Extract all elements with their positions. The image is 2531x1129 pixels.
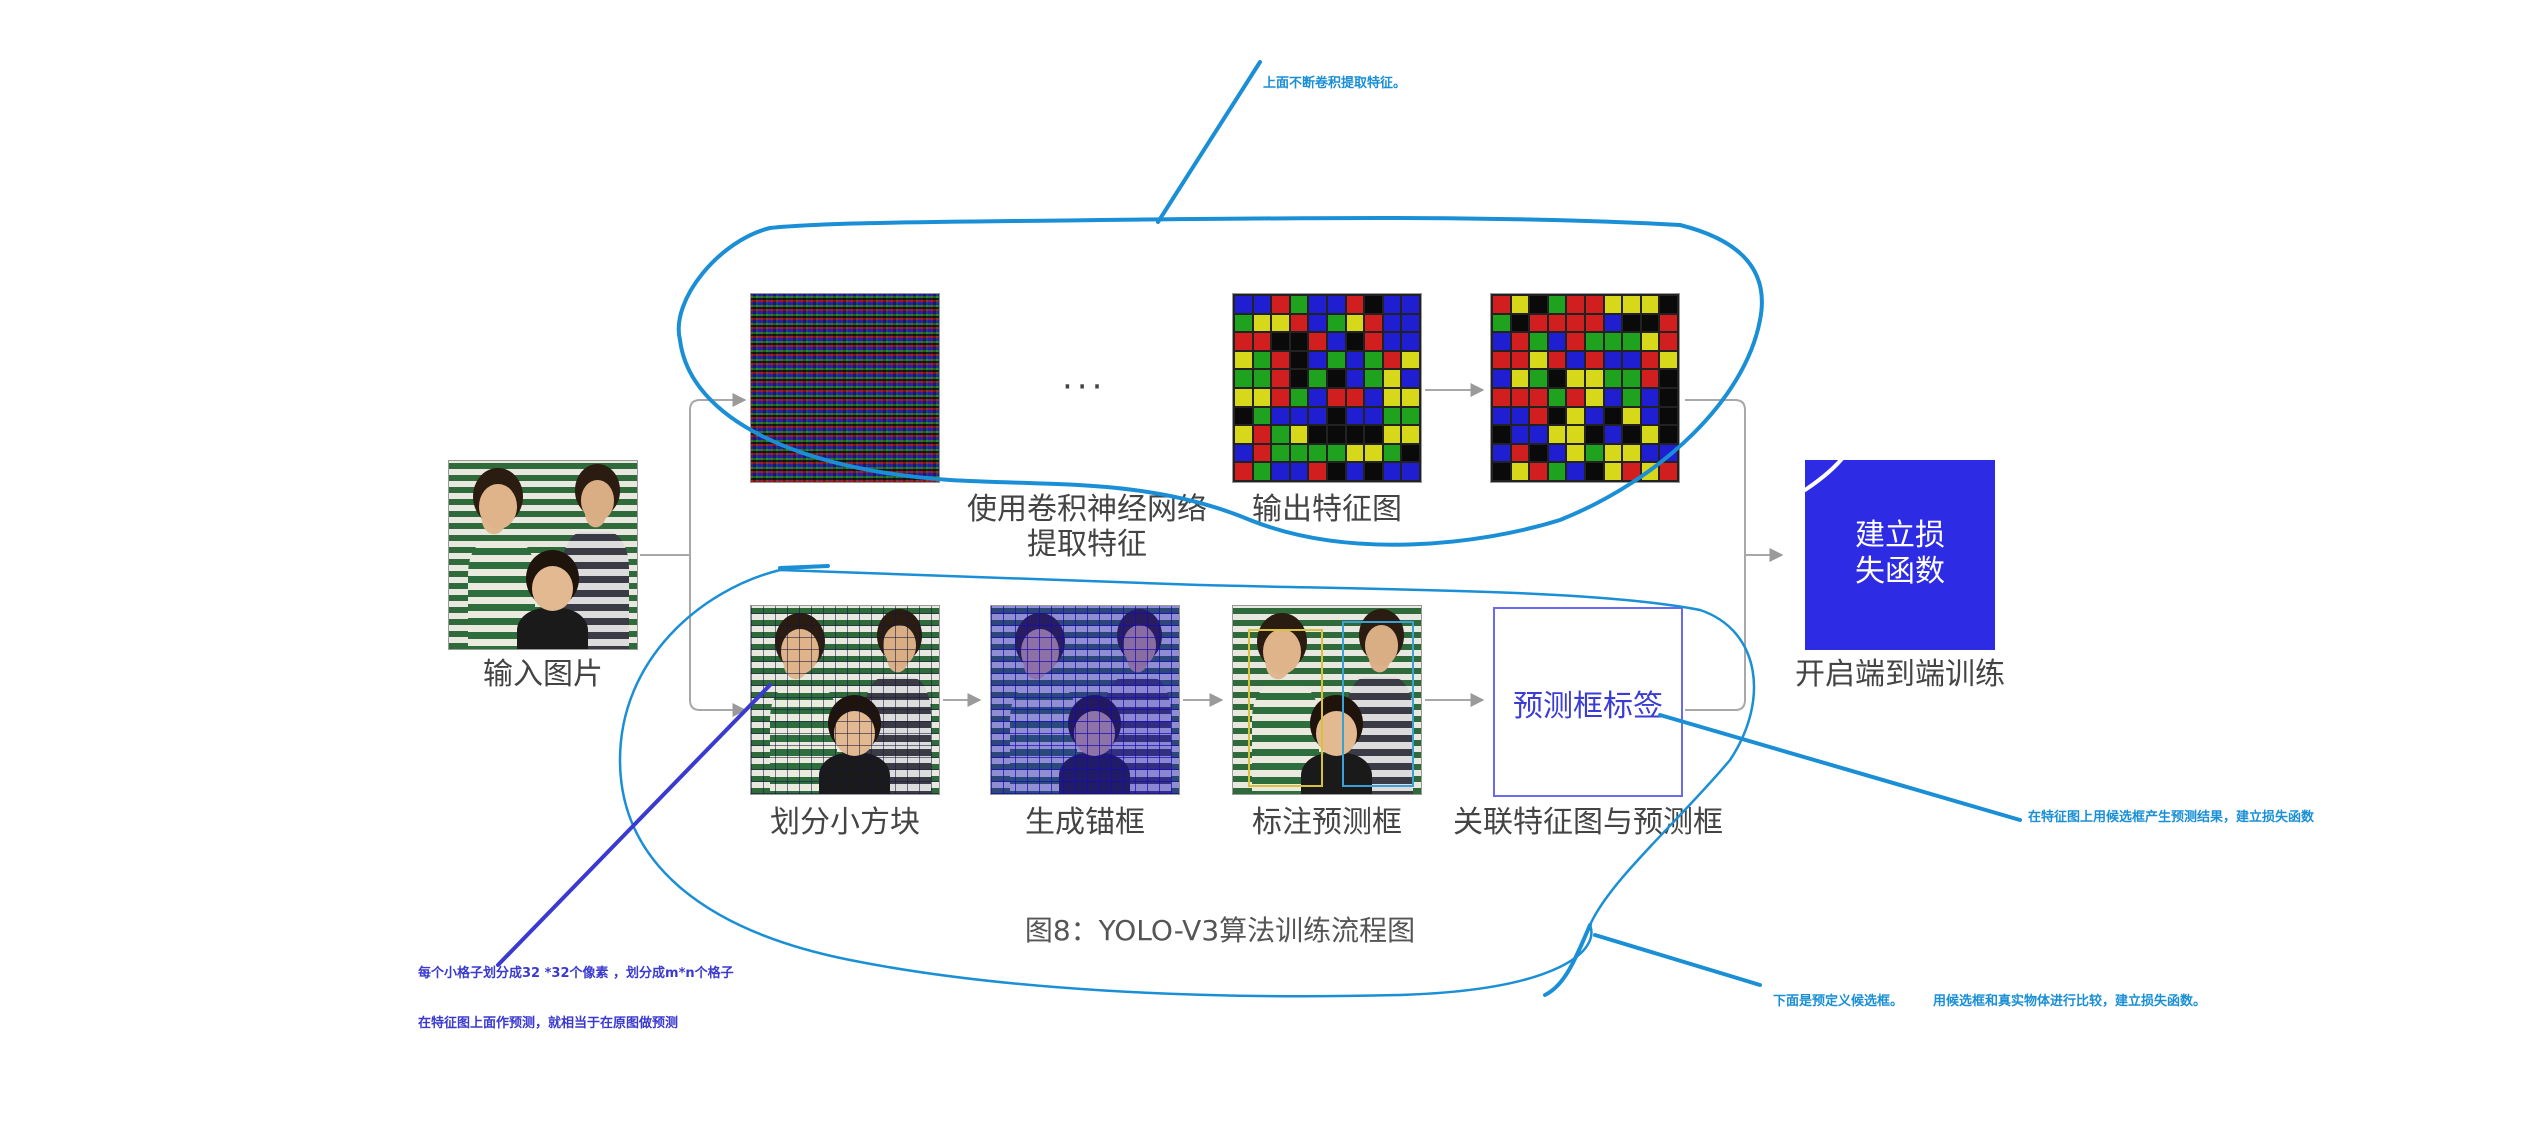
left-annotation-1: 每个小格子划分成32 *32个像素 ，划分成m*n个格子 xyxy=(418,966,734,981)
top-pointer-stroke xyxy=(1156,60,1262,224)
diagram-canvas: 输入图片 ··· 使用卷积神经网络 提取特征 输出特征图 划分小方块 生成锚框 … xyxy=(0,0,2531,1129)
annotation-strokes xyxy=(496,60,2022,998)
top-ellipse-stroke xyxy=(676,215,1764,547)
bottom-ellipse-dip xyxy=(1543,923,1592,997)
right-annotation: 在特征图上用候选框产生预测结果，建立损失函数 xyxy=(2028,810,2315,825)
bottom-right-annotation-b: 用候选框和真实物体进行比较，建立损失函数。 xyxy=(1933,994,2207,1009)
bottom-right-annotation-a: 下面是预定义候选框。 xyxy=(1773,994,1904,1009)
top-annotation: 上面不断卷积提取特征。 xyxy=(1263,76,1407,91)
left-pointer-stroke xyxy=(496,683,772,967)
right-pointer-stroke xyxy=(1658,713,2022,822)
loss-box-corner-stroke xyxy=(1803,453,1847,492)
bottom-right-pointer-stroke xyxy=(1593,933,1762,987)
left-annotation-2: 在特征图上面作预测，就相当于在原图做预测 xyxy=(418,1016,679,1031)
bottom-ellipse-stroke xyxy=(618,568,1756,998)
bottom-ellipse-bar xyxy=(778,564,830,570)
